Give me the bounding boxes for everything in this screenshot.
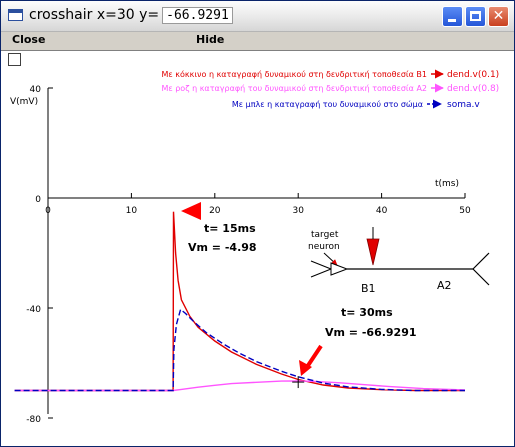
cross-arrow-shaft — [305, 344, 323, 369]
y-tick-label: -80 — [26, 415, 41, 425]
legend-text-blue: Με μπλε η καταγραφή του δυναμικού στο σώ… — [232, 99, 423, 109]
electrode-icon — [366, 238, 380, 266]
y-tick-label: 40 — [30, 85, 42, 95]
legend-series-red: dend.v(0.1) — [447, 70, 499, 80]
y-tick-label: 0 — [35, 195, 41, 205]
x-tick-label: 10 — [126, 206, 138, 216]
graph-panel[interactable]: Με κόκκινο η καταγραφή δυναμικού στη δεν… — [1, 1, 514, 446]
cross-time-label: t= 30ms — [341, 306, 393, 319]
x-axis-label: t(ms) — [435, 179, 459, 189]
target-label-line2: neuron — [308, 242, 340, 252]
x-tick-label: 40 — [376, 206, 388, 216]
series-dend-0-8-line — [14, 380, 466, 392]
annotations: t= 15ms Vm = -4.98 t= 30ms Vm = -66.9291 — [181, 202, 417, 376]
legend: Με κόκκινο η καταγραφή δυναμικού στη δεν… — [161, 69, 499, 110]
soma-dendrites — [310, 260, 332, 278]
x-tick-label: 50 — [459, 206, 471, 216]
peak-arrow-icon — [181, 202, 201, 220]
x-ticks: 0 10 20 30 40 50 — [45, 193, 471, 216]
peak-time-label: t= 15ms — [204, 222, 256, 235]
legend-text-pink: Με ροζ η καταγραφή του δυναμικού στη δεν… — [161, 83, 427, 93]
y-axis-label: V(mV) — [10, 97, 38, 107]
target-label-line1: target — [311, 230, 339, 240]
series-soma-line — [14, 308, 465, 392]
neuron-diagram: target neuron B1 A2 — [308, 227, 490, 295]
app-window: crosshair x=30 y= -66.9291 ✕ Close Hide Μ… — [0, 0, 515, 447]
peak-vm-label: Vm = -4.98 — [188, 241, 257, 254]
b1-label: B1 — [361, 282, 376, 295]
y-tick-label: -40 — [26, 305, 41, 315]
legend-series-pink: dend.v(0.8) — [447, 84, 499, 94]
x-tick-label: 30 — [292, 206, 304, 216]
a2-label: A2 — [437, 279, 452, 292]
legend-text-red: Με κόκκινο η καταγραφή δυναμικού στη δεν… — [162, 69, 427, 79]
x-tick-label: 20 — [209, 206, 221, 216]
cross-vm-label: Vm = -66.9291 — [325, 326, 417, 339]
soma-shape — [330, 262, 349, 276]
legend-series-blue: soma.v — [447, 100, 480, 110]
dendrite-branches — [472, 252, 490, 286]
y-ticks: 40 0 -40 -80 — [26, 85, 53, 425]
axes: 0 10 20 30 40 50 40 0 -40 -80 t(ms) V(mV) — [10, 85, 471, 425]
series-dend-0-1-line — [14, 211, 465, 392]
series-layer — [14, 211, 466, 392]
x-tick-label: 0 — [45, 206, 51, 216]
